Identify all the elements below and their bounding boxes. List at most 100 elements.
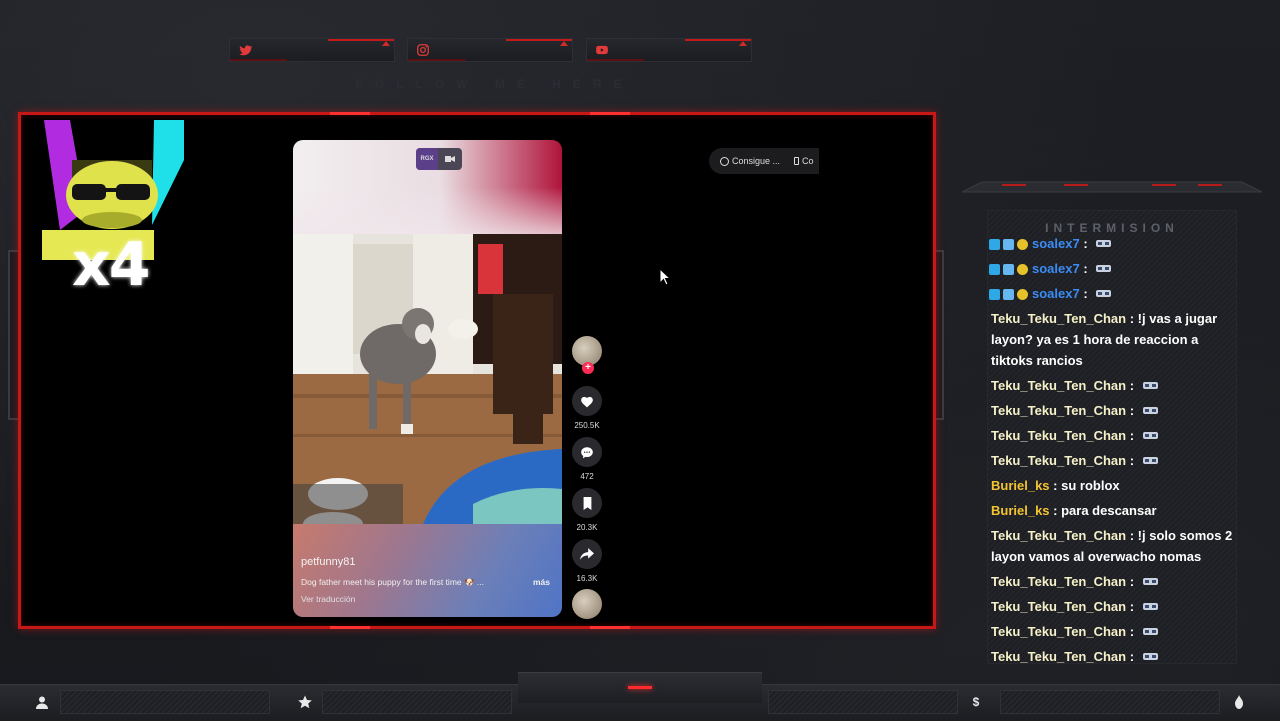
diamond-badge-icon [989, 239, 1000, 250]
comments-count: 472 [580, 472, 594, 481]
twitter-link[interactable] [229, 38, 395, 62]
rgx-badge[interactable]: RGX [416, 148, 462, 170]
chat-username[interactable]: Buriel_ks [991, 503, 1050, 518]
camera-icon [438, 155, 462, 163]
translate-link[interactable]: Ver traducción [301, 594, 355, 604]
chat-message: Buriel_ks : para descansar [989, 500, 1241, 521]
chat-username[interactable]: Teku_Teku_Ten_Chan [991, 528, 1126, 543]
chat-username[interactable]: Teku_Teku_Ten_Chan [991, 453, 1126, 468]
chat-message: Teku_Teku_Ten_Chan : [989, 425, 1241, 446]
frame-notch [330, 112, 370, 115]
comment-icon [581, 446, 593, 458]
video-frame-content[interactable] [293, 234, 562, 524]
chat-username[interactable]: soalex7 [1032, 286, 1080, 301]
accent-line [587, 59, 645, 61]
chat-message: Teku_Teku_Ten_Chan : [989, 571, 1241, 592]
chat-separator: : [1126, 403, 1138, 418]
chat-separator: : [1049, 503, 1062, 518]
gem-badge-icon [1003, 239, 1014, 250]
user-badges [989, 289, 1028, 300]
like-button[interactable] [572, 386, 602, 416]
chat-separator: : [1126, 528, 1138, 543]
heart-icon [581, 396, 593, 407]
chat-emote-icon [1095, 234, 1112, 247]
chat-username[interactable]: Teku_Teku_Ten_Chan [991, 311, 1126, 326]
frame-notch [590, 112, 630, 115]
user-icon [36, 696, 48, 709]
sound-avatar[interactable] [572, 589, 602, 619]
more-link[interactable]: más [533, 577, 550, 587]
bottom-slot [322, 690, 512, 714]
twitter-icon [239, 45, 252, 56]
frame-notch [590, 626, 630, 629]
coin-badge-icon [1017, 289, 1028, 300]
comment-button[interactable] [572, 437, 602, 467]
gem-badge-icon [1003, 264, 1014, 275]
share-button[interactable] [572, 539, 602, 569]
youtube-icon [596, 45, 608, 55]
chat-username[interactable]: soalex7 [1032, 261, 1080, 276]
chat-username[interactable]: Teku_Teku_Ten_Chan [991, 574, 1126, 589]
chat-message: Teku_Teku_Ten_Chan : [989, 450, 1241, 471]
youtube-link[interactable] [586, 38, 752, 62]
chat-username[interactable]: Teku_Teku_Ten_Chan [991, 649, 1126, 664]
chat-username[interactable]: Buriel_ks [991, 478, 1050, 493]
save-button[interactable] [572, 488, 602, 518]
bottom-slot [768, 690, 958, 714]
frame-notch [330, 626, 370, 629]
video-author[interactable]: petfunny81 [301, 556, 355, 568]
chat-message: Teku_Teku_Ten_Chan : [989, 400, 1241, 421]
coin-badge-icon [1017, 264, 1028, 275]
chat-message: soalex7 : [989, 233, 1239, 254]
accent-line [408, 59, 466, 61]
multiplier-label: x4 [72, 230, 150, 300]
video-description: Dog father meet his puppy for the first … [301, 577, 485, 587]
user-badges [989, 239, 1028, 250]
chat-username[interactable]: Teku_Teku_Ten_Chan [991, 428, 1126, 443]
instagram-link[interactable] [407, 38, 573, 62]
gem-badge-icon [1003, 289, 1014, 300]
instagram-icon [417, 44, 429, 56]
chat-emote-icon [1142, 647, 1159, 660]
chat-separator: : [1126, 428, 1138, 443]
chat-separator: : [1126, 378, 1138, 393]
chat-username[interactable]: Teku_Teku_Ten_Chan [991, 378, 1126, 393]
chat-message: Teku_Teku_Ten_Chan : [989, 621, 1241, 642]
chat-username[interactable]: Teku_Teku_Ten_Chan [991, 624, 1126, 639]
chat-separator: : [1126, 649, 1138, 664]
follow-plus-icon[interactable]: + [582, 362, 594, 374]
rgx-label: RGX [416, 148, 438, 170]
chat-separator: : [1079, 236, 1092, 251]
bottom-bar-light [628, 686, 652, 689]
chat-separator: : [1079, 286, 1092, 301]
diamond-badge-icon [989, 264, 1000, 275]
chat-message: Teku_Teku_Ten_Chan : [989, 646, 1241, 667]
chat-separator: : [1126, 574, 1138, 589]
chat-separator: : [1126, 599, 1138, 614]
tiktok-video-card[interactable]: RGX petfunny81 Dog father meet his puppy… [293, 140, 562, 617]
chat-emote-icon [1095, 259, 1112, 272]
chat-message: Teku_Teku_Ten_Chan : [989, 596, 1241, 617]
get-app-label: Consigue ... [732, 156, 781, 166]
chat-separator: : [1126, 453, 1138, 468]
chat-text: su roblox [1061, 478, 1120, 493]
chat-message: soalex7 : [989, 283, 1239, 304]
get-app-pill[interactable]: Consigue ... Co [709, 148, 819, 174]
chat-message: Buriel_ks : su roblox [989, 475, 1241, 496]
panel-top-decoration [962, 181, 1262, 193]
chat-username[interactable]: Teku_Teku_Ten_Chan [991, 403, 1126, 418]
flame-icon [1235, 695, 1243, 709]
video-caption-area: petfunny81 Dog father meet his puppy for… [293, 524, 562, 617]
chat-message: soalex7 : [989, 258, 1239, 279]
bottom-slot [1000, 690, 1220, 714]
corner-arrow-icon [739, 41, 747, 46]
chat-username[interactable]: soalex7 [1032, 236, 1080, 251]
saves-count: 20.3K [576, 523, 598, 532]
bottom-slot [60, 690, 270, 714]
corner-arrow-icon [560, 41, 568, 46]
chat-emote-icon [1142, 597, 1159, 610]
chat-username[interactable]: Teku_Teku_Ten_Chan [991, 599, 1126, 614]
chat-message: Teku_Teku_Ten_Chan : !j vas a jugar layo… [989, 308, 1241, 371]
chat-message: Teku_Teku_Ten_Chan : !j solo somos 2 lay… [989, 525, 1241, 567]
dog-video-scene [293, 234, 562, 524]
